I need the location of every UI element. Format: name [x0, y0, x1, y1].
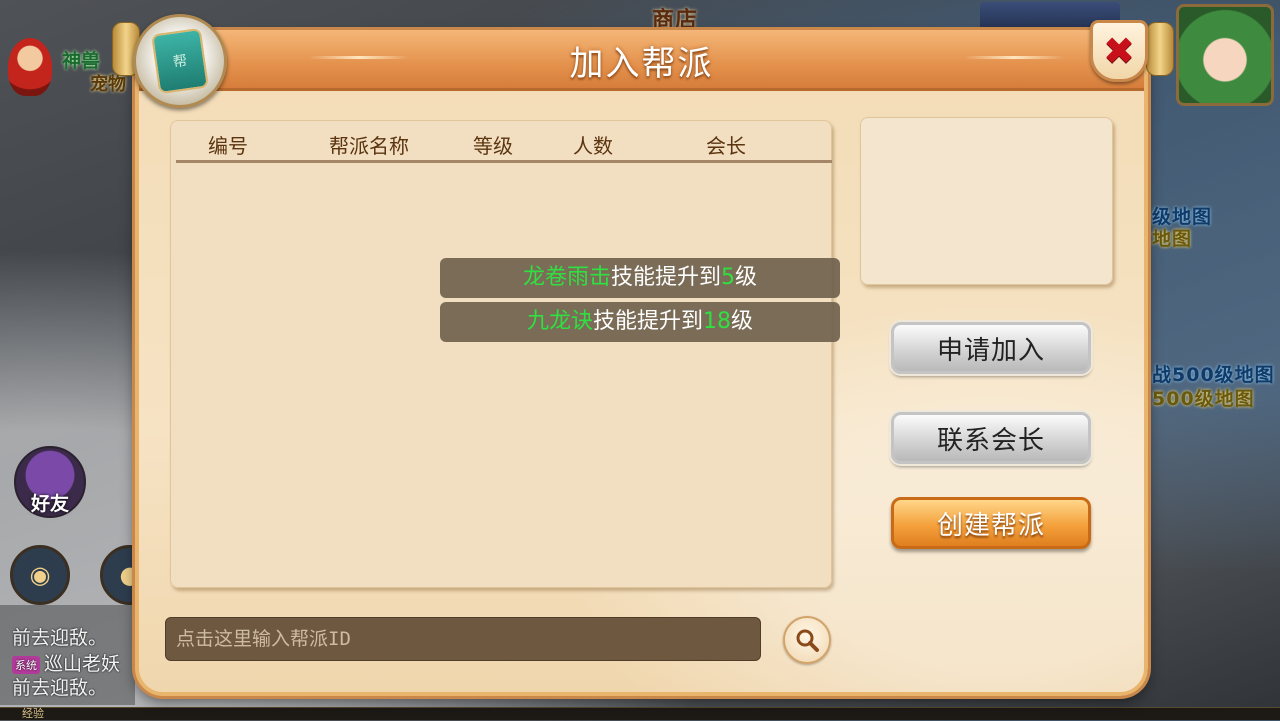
- notification-suffix: 级: [735, 265, 758, 290]
- system-tag: 系统: [12, 655, 40, 674]
- guild-emblem-icon: 帮: [133, 14, 227, 108]
- table-header: 编号 帮派名称 等级 人数 会长: [176, 120, 832, 163]
- friends-label: 好友: [30, 493, 69, 515]
- column-header-members: 人数: [573, 134, 613, 158]
- chat-bubble-icon: ◉: [29, 561, 51, 589]
- skill-name: 龙卷雨击: [522, 265, 611, 290]
- guild-id-search-input[interactable]: [165, 617, 761, 661]
- mascot-label: 神兽: [62, 50, 101, 72]
- column-header-leader: 会长: [706, 134, 746, 158]
- skill-name: 九龙诀: [526, 309, 593, 334]
- chat-line-text: 巡山老妖: [44, 653, 121, 675]
- skill-notification: 九龙诀技能提升到18级: [440, 302, 840, 342]
- search-button[interactable]: [783, 616, 831, 664]
- column-header-level: 等级: [473, 134, 513, 158]
- dialog-title: 加入帮派: [569, 44, 714, 84]
- map-label: 地图: [1152, 228, 1193, 250]
- column-header-name: 帮派名称: [329, 134, 409, 158]
- close-icon: ✖: [1103, 29, 1135, 73]
- guild-list-table[interactable]: 编号 帮派名称 等级 人数 会长: [170, 120, 832, 588]
- contact-leader-button[interactable]: 联系会长: [891, 412, 1091, 464]
- column-header-id: 编号: [208, 134, 248, 158]
- chat-line: 前去迎敌。: [12, 677, 108, 699]
- chat-line: 系统 巡山老妖: [12, 649, 120, 676]
- map-label: 500级地图: [1152, 388, 1255, 410]
- player-avatar[interactable]: [1176, 4, 1274, 106]
- right-pillar-ornament: [1146, 22, 1174, 76]
- chat-log[interactable]: 前去迎敌。 系统 巡山老妖 前去迎敌。: [0, 605, 135, 705]
- mascot-icon[interactable]: [8, 38, 52, 96]
- close-button[interactable]: ✖: [1090, 20, 1148, 82]
- chat-button[interactable]: ◉: [10, 545, 70, 605]
- skill-notification: 龙卷雨击技能提升到5级: [440, 258, 840, 298]
- scroll-icon: 帮: [151, 27, 209, 95]
- notification-text: 技能提升到: [610, 265, 721, 290]
- notification-suffix: 级: [731, 309, 754, 334]
- skill-level: 18: [703, 309, 731, 334]
- create-guild-button[interactable]: 创建帮派: [891, 497, 1091, 549]
- friends-button[interactable]: 好友: [14, 446, 86, 518]
- search-icon: [796, 629, 819, 652]
- map-label: 战500级地图: [1152, 364, 1275, 386]
- notification-text: 技能提升到: [592, 309, 703, 334]
- chat-line: 前去迎敌。: [12, 627, 108, 649]
- guild-info-box: [860, 117, 1113, 285]
- experience-bar: 经验: [0, 707, 1280, 720]
- dialog-title-bar: 加入帮派: [139, 30, 1144, 91]
- skill-level: 5: [721, 265, 735, 290]
- apply-join-button[interactable]: 申请加入: [891, 322, 1091, 374]
- experience-label: 经验: [22, 707, 44, 720]
